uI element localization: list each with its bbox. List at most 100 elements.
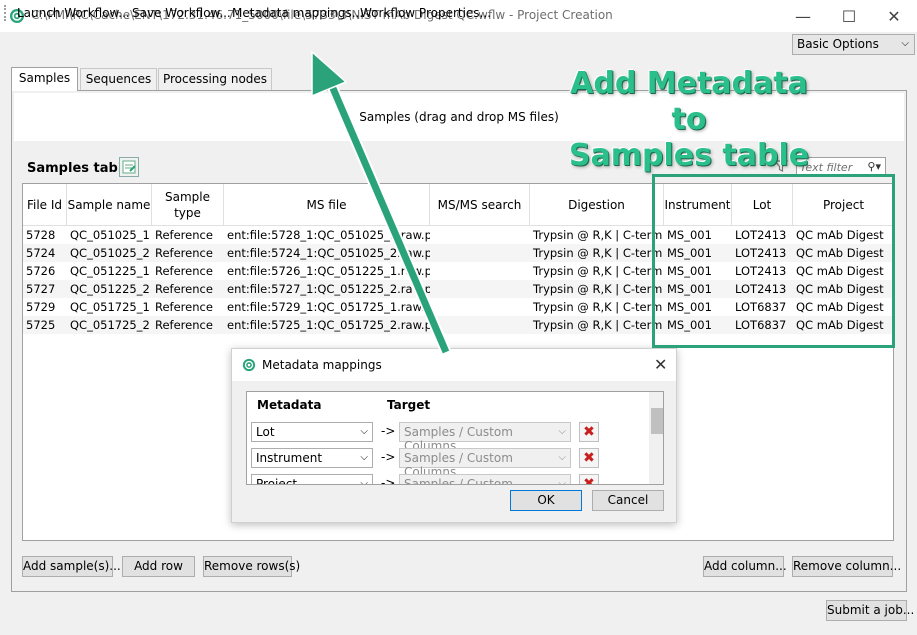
remove-rows-button[interactable]: Remove rows(s) bbox=[203, 556, 300, 577]
target-select-instrument[interactable]: Samples / Custom Columns ⌵ bbox=[399, 448, 571, 479]
ok-button[interactable]: OK bbox=[510, 490, 582, 511]
target-select-project[interactable]: Samples / Custom Columns ⌵ bbox=[399, 474, 571, 485]
toolbar-grip[interactable] bbox=[4, 5, 7, 21]
add-column-button[interactable]: Add column... bbox=[703, 556, 787, 577]
dialog-title: Metadata mappings bbox=[262, 358, 382, 372]
workflow-properties-button[interactable]: Workflow Properties... bbox=[360, 4, 491, 22]
annotation-line-1: Add Metadata to bbox=[570, 66, 808, 137]
delete-x-icon: ✖ bbox=[583, 476, 595, 485]
add-samples-button[interactable]: Add sample(s)... bbox=[22, 556, 121, 577]
annotation-highlight-box bbox=[652, 174, 895, 348]
add-row-button[interactable]: Add row bbox=[122, 556, 195, 577]
metadata-select-project[interactable]: Project ⌵ bbox=[251, 474, 373, 485]
table-cell: 5726 bbox=[26, 264, 56, 278]
mapping-row-instrument: Instrument ⌵ -> Samples / Custom Columns ⌵… bbox=[249, 448, 649, 479]
minimize-button[interactable]: — bbox=[780, 0, 826, 32]
samples-table-title: Samples table bbox=[27, 161, 132, 176]
chevron-down-icon: ⌵ bbox=[558, 478, 566, 485]
table-cell bbox=[430, 280, 530, 298]
table-cell bbox=[430, 262, 530, 280]
cancel-button[interactable]: Cancel bbox=[592, 490, 664, 511]
scrollbar-thumb[interactable] bbox=[651, 408, 663, 434]
column-header[interactable]: MS file bbox=[224, 184, 430, 226]
column-header[interactable]: Sample type bbox=[152, 184, 224, 226]
table-cell: 5728 bbox=[26, 228, 56, 242]
tab-sequences[interactable]: Sequences bbox=[80, 68, 157, 90]
column-header[interactable]: Sample name bbox=[67, 184, 152, 226]
table-cell bbox=[430, 244, 530, 262]
dialog-close-button[interactable]: ✕ bbox=[654, 355, 667, 374]
mapping-list-scrollbar[interactable] bbox=[649, 392, 663, 484]
tab-samples[interactable]: Samples bbox=[11, 67, 78, 91]
mapping-arrow: -> bbox=[381, 450, 396, 464]
table-cell: ent:file:5728_1:QC_051025_1.raw.pacq bbox=[227, 228, 430, 242]
annotation-callout: Add Metadata to Samples table bbox=[560, 66, 818, 174]
target-select-value: Samples / Custom Columns bbox=[404, 477, 513, 485]
tab-processing-nodes[interactable]: Processing nodes bbox=[158, 68, 272, 90]
delete-x-icon: ✖ bbox=[583, 424, 595, 440]
mapping-row-lot: Lot ⌵ -> Samples / Custom Columns ⌵ ✖ bbox=[249, 422, 649, 453]
table-cell: ent:file:5724_1:QC_051025_2.raw.pacq bbox=[227, 246, 430, 260]
table-cell: ent:file:5727_1:QC_051225_2.raw.pacq bbox=[227, 282, 430, 296]
table-edit-icon[interactable] bbox=[119, 157, 139, 177]
table-cell: Trypsin @ R,K | C-term bbox=[533, 264, 663, 278]
table-cell: Trypsin @ R,K | C-term bbox=[533, 318, 663, 332]
save-workflow-button[interactable]: Save Workflow... bbox=[132, 4, 231, 22]
chevron-down-icon: ⌵ bbox=[360, 452, 368, 463]
metadata-select-instrument[interactable]: Instrument ⌵ bbox=[251, 448, 373, 468]
table-cell: Trypsin @ R,K | C-term bbox=[533, 282, 663, 296]
remove-column-button[interactable]: Remove column... bbox=[792, 556, 901, 577]
delete-mapping-instrument-button[interactable]: ✖ bbox=[579, 448, 599, 468]
chevron-down-icon: ⌵ bbox=[360, 478, 368, 485]
target-column-header: Target bbox=[387, 398, 431, 412]
table-cell: ent:file:5725_1:QC_051725_2.raw.pacq bbox=[227, 318, 430, 332]
table-cell: QC_051225_2 bbox=[70, 282, 150, 296]
metadata-select-lot[interactable]: Lot ⌵ bbox=[251, 422, 373, 442]
metadata-select-value: Project bbox=[256, 477, 298, 485]
submit-job-button[interactable]: Submit a job... bbox=[826, 600, 914, 621]
column-header[interactable]: MS/MS search bbox=[430, 184, 530, 226]
maximize-icon: ☐ bbox=[841, 6, 857, 26]
toolbar bbox=[0, 32, 917, 58]
target-select-lot[interactable]: Samples / Custom Columns ⌵ bbox=[399, 422, 571, 453]
metadata-select-value: Lot bbox=[256, 425, 275, 439]
table-cell: 5724 bbox=[26, 246, 56, 260]
table-cell bbox=[430, 316, 530, 334]
column-header[interactable]: Digestion bbox=[530, 184, 664, 226]
table-cell: Reference bbox=[155, 246, 213, 260]
table-cell: Trypsin @ R,K | C-term bbox=[533, 228, 663, 242]
close-window-button[interactable]: ✕ bbox=[871, 0, 917, 32]
table-cell: 5729 bbox=[26, 300, 56, 314]
metadata-column-header: Metadata bbox=[257, 398, 322, 412]
table-cell: 5725 bbox=[26, 318, 56, 332]
minimize-icon: — bbox=[795, 6, 811, 26]
table-cell: Trypsin @ R,K | C-term bbox=[533, 246, 663, 260]
table-cell: Reference bbox=[155, 300, 213, 314]
delete-x-icon: ✖ bbox=[583, 450, 595, 466]
chevron-down-icon: ⌵ bbox=[558, 452, 566, 463]
mapping-list: Metadata Target Lot ⌵ -> Samples / Custom… bbox=[246, 391, 664, 485]
delete-mapping-project-button[interactable]: ✖ bbox=[579, 474, 599, 485]
metadata-mappings-button[interactable]: Metadata mappings... bbox=[232, 4, 363, 22]
table-cell bbox=[430, 298, 530, 316]
chevron-down-icon: ⌵ bbox=[901, 38, 909, 49]
launch-workflow-button[interactable]: Launch Workflow... bbox=[17, 4, 130, 22]
table-cell: QC_051725_2 bbox=[70, 318, 150, 332]
metadata-select-value: Instrument bbox=[256, 451, 323, 465]
options-select-value: Basic Options bbox=[797, 37, 879, 51]
search-icon[interactable]: ⚲▾ bbox=[867, 160, 881, 173]
table-cell: 5727 bbox=[26, 282, 56, 296]
options-select[interactable]: Basic Options ⌵ bbox=[792, 34, 915, 55]
column-header[interactable]: File Id bbox=[23, 184, 67, 226]
table-cell: QC_051225_1 bbox=[70, 264, 150, 278]
table-cell: ent:file:5729_1:QC_051725_1.raw.pacq bbox=[227, 300, 430, 314]
table-cell: Reference bbox=[155, 318, 213, 332]
table-cell bbox=[430, 226, 530, 244]
annotation-line-2: Samples table bbox=[568, 138, 810, 173]
table-cell: Reference bbox=[155, 282, 213, 296]
app-logo-icon bbox=[242, 358, 256, 372]
chevron-down-icon: ⌵ bbox=[558, 426, 566, 437]
delete-mapping-lot-button[interactable]: ✖ bbox=[579, 422, 599, 442]
maximize-button[interactable]: ☐ bbox=[826, 0, 872, 32]
metadata-mappings-dialog: Metadata mappings ✕ Metadata Target Lot ⌵… bbox=[231, 348, 677, 523]
